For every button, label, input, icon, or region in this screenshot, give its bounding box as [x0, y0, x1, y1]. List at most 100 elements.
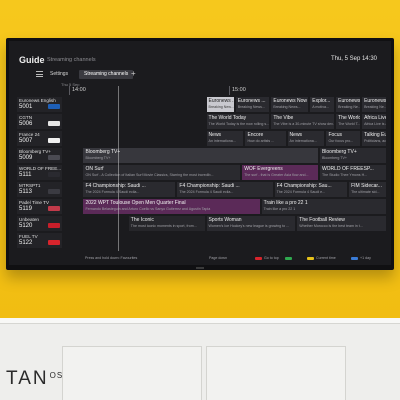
program-description: The World T... [338, 122, 361, 126]
program-cell[interactable]: Train like a pro 22 1 Train like a pro 22… [260, 199, 386, 214]
channel-number: 5119 [19, 206, 32, 212]
program-description: Breaking New... [208, 105, 234, 109]
program-cell[interactable]: The Football Review Whether Morocco is th… [296, 216, 386, 231]
footer-item [285, 256, 294, 260]
program-cell[interactable]: Euronews ... Breaking New... [205, 97, 234, 112]
tab-streaming-channels[interactable]: Streaming channels [79, 70, 134, 79]
program-description: Breaking Ne... [338, 105, 361, 109]
channel-row: France 24 5007 News An internationa... Encor… [17, 131, 387, 147]
channel-number: 5120 [19, 223, 33, 229]
program-description: An internationa... [208, 139, 236, 143]
program-cell[interactable]: The World ...The World T... [335, 114, 361, 129]
footer-legend: Press and hold down: Favourites Page down… [9, 255, 391, 263]
channel-cell[interactable]: France 24 5007 [17, 131, 62, 146]
program-description: The 2024 Formula 4 Saudi ecila... [179, 190, 234, 194]
cabinet-door-left [62, 346, 202, 400]
footer-item: Page down [209, 256, 227, 260]
program-title: Talking Eur... [364, 132, 386, 138]
program-title: Bloomberg TV+ [321, 149, 357, 155]
channel-name: Unbeaten [19, 217, 39, 222]
footer-item: Press and hold down: Favourites [85, 256, 137, 260]
program-description: Breaking News... [273, 105, 301, 109]
channel-name: WORLD OF FREE... [19, 166, 62, 171]
time-marker: 14:00 [69, 86, 86, 95]
program-cell[interactable]: The Iconic The most iconic moments in spo… [127, 216, 205, 231]
footer-label: +1 day [360, 256, 371, 260]
program-description: An internationa... [289, 139, 317, 143]
channel-cell[interactable]: CGTN 5006 [17, 114, 62, 129]
program-description: ON Surf - A Collection of Italian Surf M… [85, 173, 214, 177]
program-description: Africa Live is a... [364, 122, 386, 126]
channel-cell[interactable]: MTRSPT1 5113 [17, 182, 62, 197]
program-cell[interactable]: Euronews ...Breaking Ne... [335, 97, 361, 112]
program-title: Euronews Now [273, 98, 307, 104]
program-cell[interactable]: News An internationa... [286, 131, 325, 146]
channel-cell[interactable]: Euronews English 5001 [17, 97, 62, 112]
program-cell[interactable]: Euronews ...Breaking Ne... [361, 97, 386, 112]
program-cell[interactable]: Bloomberg TV+ Bloomberg TV+ [318, 148, 386, 163]
program-description: The World Today is the now rolling s... [208, 122, 270, 126]
program-cell[interactable]: F4 Championship: Saudi ... The 2024 Formu… [176, 182, 273, 197]
program-cell[interactable]: Encore How do artists ... [244, 131, 286, 146]
program-title: The Football Review [299, 217, 345, 223]
program-cell[interactable]: F4 Championship: Saudi ... The 2024 Formu… [82, 182, 176, 197]
channel-cell[interactable]: WORLD OF FREE... 5111 [17, 165, 62, 180]
tab-settings[interactable]: Settings [45, 70, 73, 79]
clock: Thu, 5 Sep 14:30 [330, 56, 377, 62]
program-cell[interactable]: WORLD OF FREESP... The Studio Thee Ymons … [318, 165, 386, 180]
program-cell[interactable]: WOF Evergreens The surf - that is Greater… [241, 165, 318, 180]
channel-name: FUEL TV [19, 234, 38, 239]
channel-name: Bloomberg TV+ [19, 149, 51, 154]
program-cell[interactable]: Africa LiveAfrica Live is a... [361, 114, 386, 129]
channel-row: Padel Time TV 5119 2022 WPT Toulouse Open … [17, 199, 387, 215]
channel-number: 5006 [19, 121, 33, 127]
program-cell[interactable]: The Vibe The Vibe is a 30-minute TV show … [270, 114, 335, 129]
page-subtitle: Streaming channels [47, 57, 96, 63]
program-cell[interactable]: ON Surf ON Surf - A Collection of Italian… [82, 165, 241, 180]
program-title: Explor... [312, 98, 331, 104]
channel-row: CGTN 5006 The World Today The World Today i… [17, 114, 387, 130]
program-cell[interactable]: News An internationa... [205, 131, 244, 146]
footer-label: Press and hold down: Favourites [85, 256, 138, 260]
program-cell[interactable]: Talking Eur...Politicians, act... [361, 131, 386, 146]
program-cell[interactable]: Euronews ... Breaking News... [234, 97, 270, 112]
program-cell[interactable]: 2022 WPT Toulouse Open Men Quarter Final… [82, 199, 260, 214]
footer-item: +1 day [351, 256, 371, 260]
program-title: Euronews ... [237, 98, 266, 104]
footer-label: Go to top [264, 256, 279, 260]
channel-row: FUEL TV 5122 [17, 233, 387, 249]
program-cell[interactable]: FIM Sidecar... The ultimate sid... [348, 182, 386, 197]
footer-item: Current time [307, 256, 336, 260]
program-description: Breaking News... [237, 105, 265, 109]
program-title: WORLD OF FREESP... [321, 166, 374, 172]
menu-icon[interactable] [36, 71, 43, 77]
program-cell[interactable]: The World Today The World Today is the no… [205, 114, 270, 129]
program-cell[interactable]: Euronews Now Breaking News... [270, 97, 309, 112]
channel-cell[interactable]: Bloomberg TV+ 5009 [17, 148, 62, 163]
channel-logo-icon [48, 206, 60, 211]
program-cell[interactable]: F4 Championship: Sau... The 2024 Formula … [273, 182, 348, 197]
channel-cell[interactable]: Unbeaten 5120 [17, 216, 62, 231]
program-cell[interactable]: Explor... A motiva... [309, 97, 335, 112]
channel-cell[interactable]: Padel Time TV 5119 [17, 199, 62, 214]
channel-name: MTRSPT1 [19, 183, 41, 188]
program-cell[interactable]: Sports Woman Women's Ice Hockey's new lea… [205, 216, 296, 231]
program-description: The Studio Thee Ymons H... [321, 173, 368, 177]
channel-cell[interactable]: FUEL TV 5122 [17, 233, 62, 248]
channel-number: 5009 [19, 155, 33, 161]
program-title: Euronews ... [208, 98, 234, 104]
tv-screen: Guide Streaming channels Thu, 5 Sep 14:3… [9, 41, 391, 265]
channel-name: Padel Time TV [19, 200, 50, 205]
channel-logo-icon [48, 155, 60, 160]
add-tab-icon[interactable]: + [131, 69, 136, 78]
program-title: Bloomberg TV+ [85, 149, 121, 155]
program-description: Breaking Ne... [364, 105, 386, 109]
channel-logo-icon [48, 223, 60, 228]
program-cell[interactable]: Focus Our focus pro... [325, 131, 361, 146]
time-marker: 15:00 [229, 86, 246, 95]
program-title: Train like a pro 22 1 [263, 200, 308, 206]
channel-row: MTRSPT1 5113 F4 Championship: Saudi ... The… [17, 182, 387, 198]
program-title: ON Surf [85, 166, 104, 172]
tv-logo [196, 267, 204, 269]
remote-key-icon [307, 256, 314, 260]
